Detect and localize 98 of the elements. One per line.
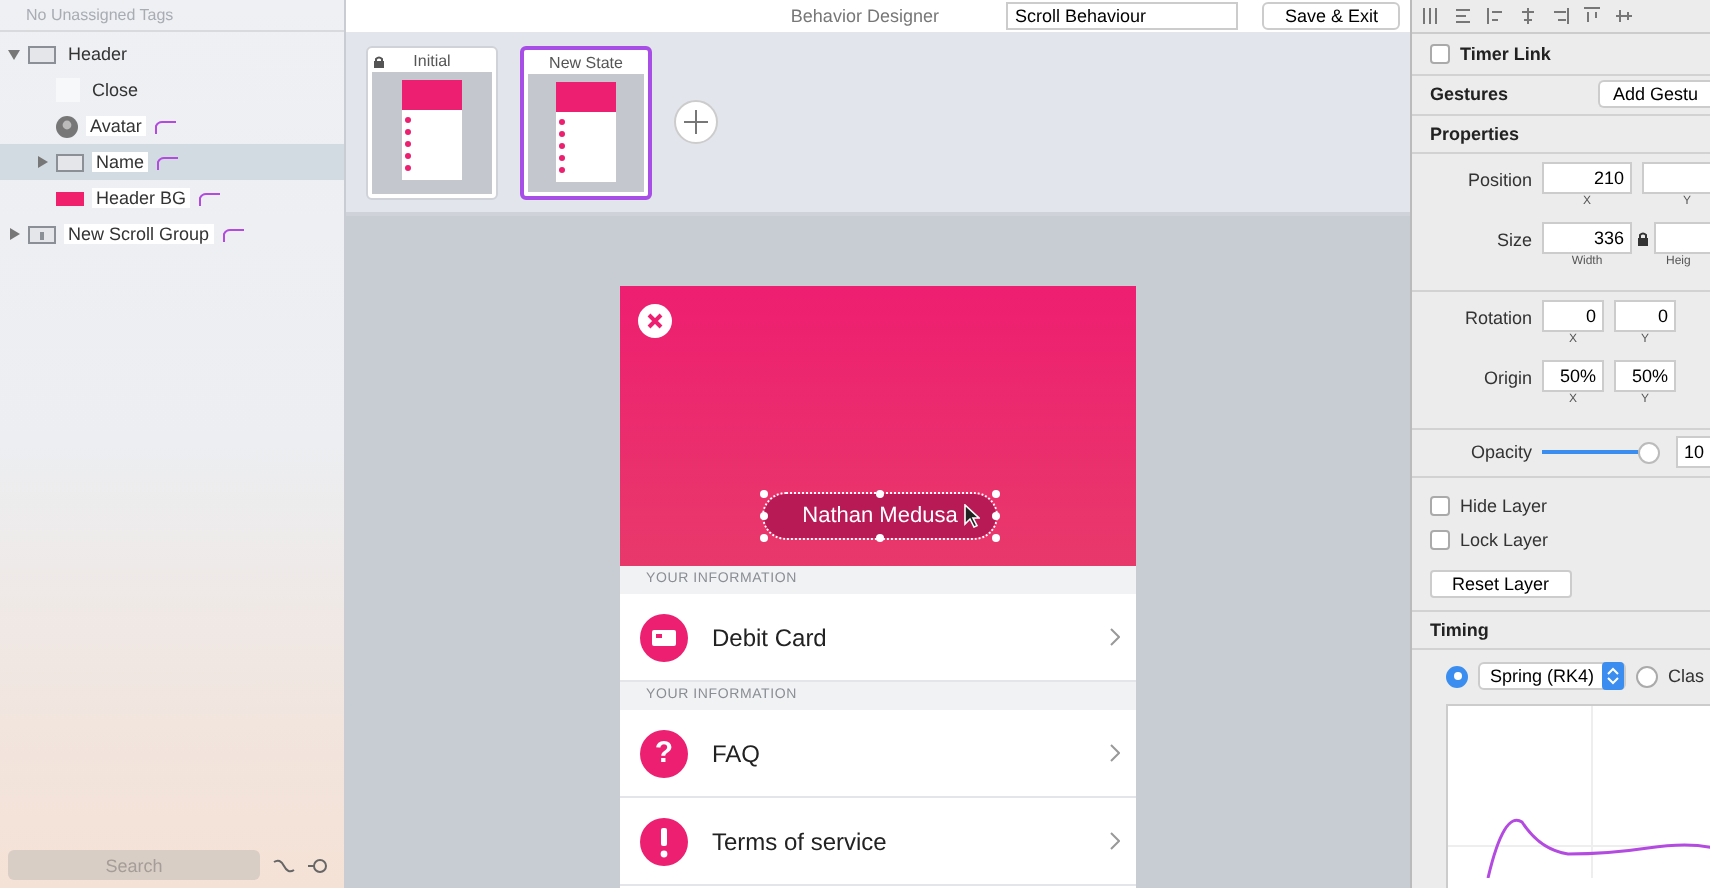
avatar-icon	[56, 115, 78, 137]
name-label[interactable]: Nathan Medusa	[764, 494, 996, 538]
number-field[interactable]: 50%	[1542, 359, 1604, 392]
chevron-right-icon	[1110, 832, 1120, 850]
selection-handle[interactable]	[760, 534, 768, 542]
property-label: Rotation	[1462, 305, 1532, 328]
number-field[interactable]: 210	[1542, 161, 1632, 194]
phone-thumbnail-drawing	[556, 81, 616, 181]
add-gesture-button[interactable]: Add Gestu	[1598, 80, 1710, 109]
folder-icon	[28, 44, 56, 64]
curve-icon[interactable]	[272, 857, 296, 873]
curve-link-icon[interactable]	[153, 119, 176, 133]
align-icon[interactable]	[1422, 6, 1442, 27]
radio-button[interactable]	[1446, 665, 1468, 688]
scroll-group-icon	[28, 224, 56, 244]
property-label: Opacity	[1468, 442, 1532, 463]
layer-name: Avatar	[86, 116, 146, 136]
row-label: Terms of service	[712, 827, 889, 855]
disclosure-triangle-icon[interactable]	[36, 156, 48, 168]
layer-name: Header BG	[92, 188, 191, 208]
selection-handle[interactable]	[876, 490, 884, 498]
number-field[interactable]: 10	[1676, 436, 1710, 469]
close-icon[interactable]	[638, 304, 672, 338]
state-card[interactable]: New State	[520, 45, 652, 199]
plus-icon	[684, 110, 708, 134]
lock-icon[interactable]	[1638, 231, 1648, 246]
list-row[interactable]: ? FAQ	[620, 710, 1136, 798]
curve-link-icon[interactable]	[198, 191, 221, 205]
layer-row[interactable]: Header BG	[0, 180, 344, 216]
curve-select[interactable]: Spring (RK4)	[1478, 662, 1627, 691]
layer-row[interactable]: Header	[0, 36, 344, 72]
tags-note: No Unassigned Tags	[0, 0, 344, 32]
number-field[interactable]: 50%	[1614, 359, 1676, 392]
align-icon[interactable]	[1614, 6, 1634, 27]
section-title: Timing	[1430, 619, 1491, 640]
disclosure-triangle-icon[interactable]	[8, 228, 20, 240]
selection-handle[interactable]	[992, 534, 1000, 542]
layer-name: Close	[90, 80, 141, 100]
curve-link-icon[interactable]	[156, 155, 179, 169]
checkbox[interactable]	[1430, 496, 1450, 517]
layer-name: Name	[92, 152, 149, 172]
reset-layer-button[interactable]: Reset Layer	[1430, 569, 1572, 598]
align-icon[interactable]	[1454, 6, 1474, 27]
selection-handle[interactable]	[992, 490, 1000, 498]
selection-handle[interactable]	[876, 534, 884, 542]
layer-row[interactable]: New Scroll Group	[0, 216, 344, 252]
radio-label: Clas	[1668, 666, 1705, 687]
align-icon[interactable]	[1582, 6, 1602, 27]
chevron-right-icon	[1110, 744, 1120, 762]
state-label: Initial	[413, 52, 451, 70]
timer-link-label: Timer Link	[1460, 44, 1553, 65]
window-title: Behavior Designer	[790, 6, 939, 26]
state-card[interactable]: Initial	[366, 45, 498, 199]
curve-link-icon[interactable]	[221, 227, 244, 241]
checkbox-label: Hide Layer	[1460, 496, 1548, 517]
property-label: Position	[1465, 167, 1532, 190]
cursor-icon	[964, 504, 980, 528]
folder-icon	[56, 152, 84, 172]
layer-name: Header	[66, 44, 130, 64]
selection-handle[interactable]	[760, 490, 768, 498]
loop-icon[interactable]	[308, 857, 328, 873]
checkbox[interactable]	[1430, 530, 1450, 551]
list-row[interactable]: Terms of service	[620, 798, 1136, 886]
checkbox-label: Lock Layer	[1460, 530, 1549, 551]
align-icon[interactable]	[1518, 6, 1538, 27]
stepper-icon	[1602, 662, 1625, 691]
layer-row[interactable]: Avatar	[0, 108, 344, 144]
align-icon[interactable]	[1550, 6, 1570, 27]
align-icon[interactable]	[1486, 6, 1506, 27]
behavior-name-field[interactable]: Scroll Behaviour	[1006, 2, 1239, 30]
section-title: Properties	[1430, 123, 1522, 144]
property-label: Size	[1494, 227, 1532, 250]
layer-row[interactable]: Close	[0, 72, 344, 108]
number-field[interactable]: 0	[1614, 299, 1676, 332]
selection-handle[interactable]	[760, 512, 768, 520]
layer-name: New Scroll Group	[64, 224, 214, 244]
number-field[interactable]	[1642, 161, 1710, 194]
question-icon: ?	[640, 729, 688, 777]
checkbox[interactable]	[1430, 44, 1450, 65]
phone-thumbnail-drawing	[402, 79, 462, 179]
number-field[interactable]: 0	[1542, 299, 1604, 332]
radio-button[interactable]	[1636, 665, 1659, 688]
selection-handle[interactable]	[992, 512, 1000, 520]
disclosure-triangle-icon[interactable]	[8, 48, 20, 60]
state-label: New State	[549, 54, 623, 72]
number-field[interactable]: 336	[1542, 221, 1632, 254]
property-label: Origin	[1481, 365, 1532, 388]
chevron-right-icon	[1110, 628, 1120, 646]
save-exit-button[interactable]: Save & Exit	[1262, 2, 1400, 30]
row-label: FAQ	[712, 739, 763, 767]
layer-row[interactable]: Name	[0, 144, 344, 180]
section-title: Gestures	[1430, 84, 1511, 105]
row-label: Debit Card	[712, 623, 829, 651]
exclamation-icon	[640, 817, 688, 865]
card-icon	[640, 613, 688, 661]
slider-thumb[interactable]	[1637, 441, 1660, 464]
add-state-button[interactable]	[674, 100, 718, 144]
color-swatch-icon	[56, 191, 84, 205]
